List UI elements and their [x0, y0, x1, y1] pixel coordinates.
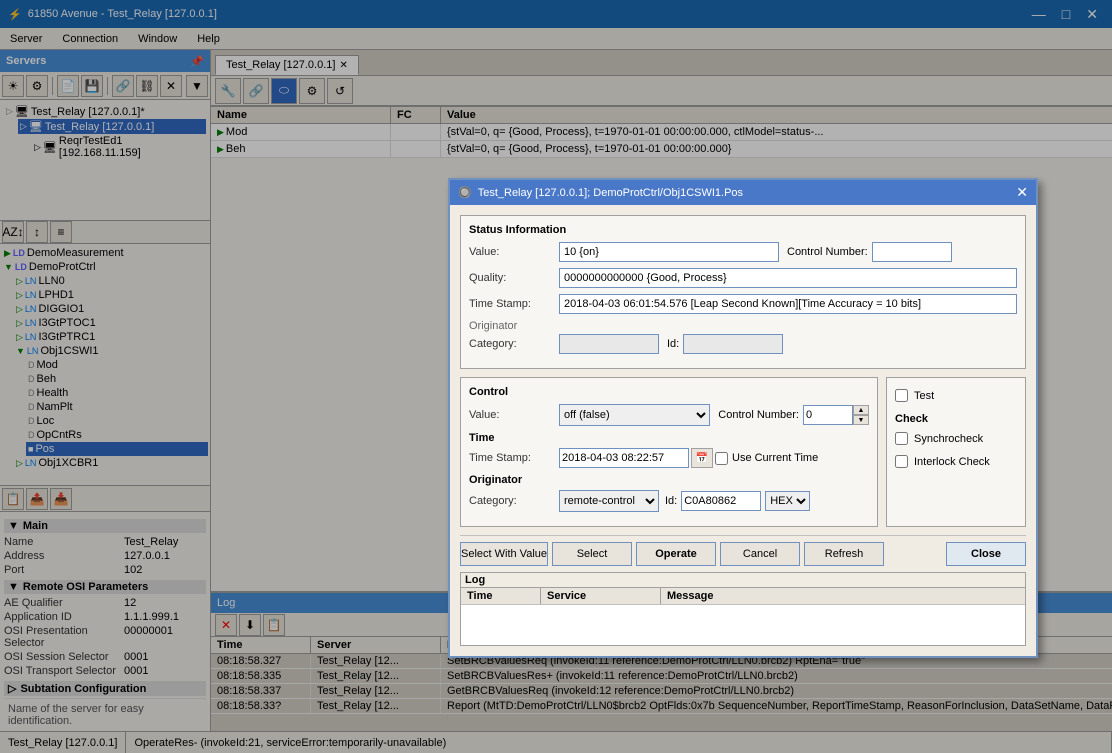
ctrl-spin-down[interactable]: ▼: [853, 415, 869, 425]
time-sub-section: Time Time Stamp: 📅 Use Current Time: [469, 432, 869, 468]
quality-label: Quality:: [469, 272, 559, 284]
synchrocheck-label: Synchrocheck: [914, 433, 983, 445]
interlock-check-row: Interlock Check: [895, 455, 1017, 468]
time-stamp-input[interactable]: [559, 448, 689, 468]
ctrl-number-input[interactable]: [803, 405, 853, 425]
status-value-input[interactable]: [559, 242, 779, 262]
modal-dialog: 🔘 Test_Relay [127.0.0.1]; DemoProtCtrl/O…: [448, 178, 1038, 658]
control-value-select[interactable]: off (false) on (true): [559, 404, 710, 426]
modal-log-title: Log: [465, 574, 485, 586]
id-label-1: Id:: [667, 338, 679, 350]
time-stamp-label: Time Stamp:: [469, 452, 559, 464]
quality-input[interactable]: [559, 268, 1017, 288]
category-select[interactable]: remote-control station-control automatic…: [559, 490, 659, 512]
modal-log-body: [461, 605, 1025, 645]
calendar-button[interactable]: 📅: [691, 448, 713, 468]
status-info-header: Status Information: [469, 224, 1017, 236]
test-check-row: Test: [895, 389, 1017, 402]
modal-log-col-time: Time: [461, 588, 541, 604]
control-header: Control: [469, 386, 869, 398]
ctrl-number-label: Control Number:: [718, 409, 799, 421]
modal-overlay: 🔘 Test_Relay [127.0.0.1]; DemoProtCtrl/O…: [0, 0, 1112, 753]
modal-log-col-service: Service: [541, 588, 661, 604]
id-input-1: [683, 334, 783, 354]
id-input-2[interactable]: [681, 491, 761, 511]
modal-buttons: Select With Value Select Operate Cancel …: [460, 535, 1026, 566]
modal-log: Log Time Service Message: [460, 572, 1026, 646]
modal-body: Status Information Value: Control Number…: [450, 205, 1036, 656]
originator-label-gray: Originator: [469, 320, 517, 332]
use-current-time-text: Use Current Time: [732, 452, 818, 464]
control-number-label: Control Number:: [787, 246, 868, 258]
modal-title-text: Test_Relay [127.0.0.1]; DemoProtCtrl/Obj…: [478, 187, 743, 199]
id-label-2: Id:: [665, 495, 677, 507]
ctrl-spin-up[interactable]: ▲: [853, 405, 869, 415]
modal-log-header: Log: [461, 573, 1025, 588]
control-value-label: Value:: [469, 409, 559, 421]
status-value-label: Value:: [469, 246, 559, 258]
use-current-label: Use Current Time: [715, 452, 818, 465]
close-button[interactable]: Close: [946, 542, 1026, 566]
control-number-input[interactable]: [872, 242, 952, 262]
originator-header-2: Originator: [469, 474, 869, 486]
time-header: Time: [469, 432, 869, 444]
test-checkbox[interactable]: [895, 389, 908, 402]
timestamp-input[interactable]: [559, 294, 1017, 314]
time-stamp-row: Time Stamp: 📅 Use Current Time: [469, 448, 869, 468]
modal-title-bar: 🔘 Test_Relay [127.0.0.1]; DemoProtCtrl/O…: [450, 180, 1036, 205]
category-label-1: Category:: [469, 338, 559, 350]
check-header: Check: [895, 413, 1017, 425]
timestamp-row: Time Stamp:: [469, 294, 1017, 314]
synchrocheck-checkbox[interactable]: [895, 432, 908, 445]
category-input-1: [559, 334, 659, 354]
modal-log-col-message: Message: [661, 588, 1025, 604]
timestamp-label: Time Stamp:: [469, 298, 559, 310]
use-current-time-checkbox[interactable]: [715, 452, 728, 465]
control-value-row: Value: off (false) on (true) Control Num…: [469, 404, 869, 426]
value-row: Value: Control Number:: [469, 242, 1017, 262]
modal-log-cols: Time Service Message: [461, 588, 1025, 605]
originator-row-2: Category: remote-control station-control…: [469, 490, 869, 512]
interlock-checkbox[interactable]: [895, 455, 908, 468]
refresh-button[interactable]: Refresh: [804, 542, 884, 566]
status-info-section: Status Information Value: Control Number…: [460, 215, 1026, 369]
operate-button[interactable]: Operate: [636, 542, 716, 566]
quality-row: Quality:: [469, 268, 1017, 288]
select-button[interactable]: Select: [552, 542, 632, 566]
hex-select[interactable]: HEX DEC: [765, 491, 810, 511]
modal-close-button[interactable]: ✕: [1016, 184, 1028, 201]
synchrocheck-row: Synchrocheck: [895, 432, 1017, 445]
select-with-value-button[interactable]: Select With Value: [460, 542, 548, 566]
originator-cat-row: Category: Id:: [469, 334, 1017, 354]
control-checks-row: Control Value: off (false) on (true) Con…: [460, 377, 1026, 527]
originator-sub: Originator Category: Id:: [469, 320, 1017, 354]
cancel-button[interactable]: Cancel: [720, 542, 800, 566]
interlock-label: Interlock Check: [914, 456, 990, 468]
originator-section-2: Originator Category: remote-control stat…: [469, 474, 869, 512]
modal-radio-icon: 🔘: [458, 186, 472, 199]
test-label: Test: [914, 390, 934, 402]
category-label-2: Category:: [469, 495, 559, 507]
checks-section: Test Check Synchrocheck Interlock Check: [886, 377, 1026, 527]
control-section: Control Value: off (false) on (true) Con…: [460, 377, 878, 527]
